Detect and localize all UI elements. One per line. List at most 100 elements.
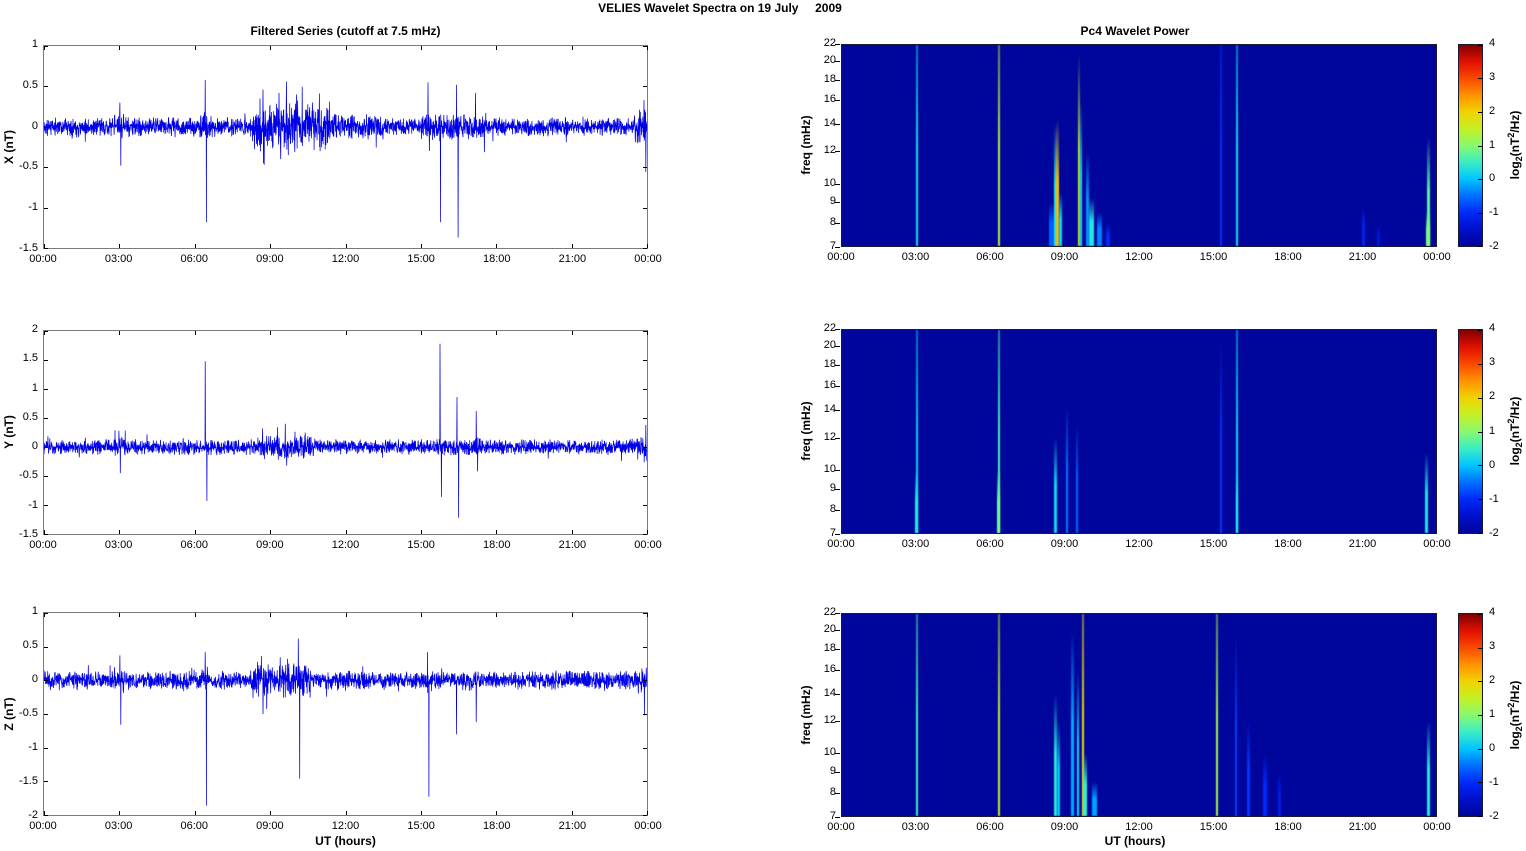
colorbar-tick-label: 4 xyxy=(1489,37,1496,49)
y-tick-label: 1 xyxy=(31,38,38,50)
colorbar-tick-mark xyxy=(1478,178,1482,180)
colorbar-tick-mark xyxy=(1478,816,1482,817)
freq-tick-label: 22 xyxy=(823,37,836,49)
x-tick-label: 12:00 xyxy=(1125,251,1153,263)
y-tick-mark xyxy=(44,714,48,715)
spectral-streak xyxy=(1219,45,1222,246)
x-tick-label: 09:00 xyxy=(1050,538,1079,550)
x-tick-mark xyxy=(496,244,498,248)
freq-tick-label: 12 xyxy=(823,144,836,157)
spectral-streak xyxy=(1235,469,1239,533)
y-tick-label: -0.5 xyxy=(19,469,38,482)
y-tick-mark xyxy=(643,360,647,361)
x-tick-mark xyxy=(496,811,498,815)
y-tick-mark xyxy=(44,389,48,390)
x-tick-mark xyxy=(345,46,347,50)
x-tick-label: 00:00 xyxy=(827,251,855,263)
x-tick-label: 21:00 xyxy=(1348,821,1377,833)
x-tick-mark xyxy=(571,244,573,248)
spectral-streak xyxy=(1215,614,1218,816)
spectral-streak xyxy=(1065,403,1068,533)
spectral-streak xyxy=(1075,423,1078,533)
y-tick-label: 1 xyxy=(31,605,38,617)
timeseries-line xyxy=(44,79,647,238)
colorbar-tick-label: -1 xyxy=(1489,776,1499,788)
spectral-streak xyxy=(997,614,1001,816)
x-tick-mark xyxy=(44,244,45,248)
x-tick-label: 12:00 xyxy=(1125,538,1153,550)
freq-tick-mark xyxy=(835,534,840,535)
x-tick-label: 03:00 xyxy=(901,538,930,550)
colorbar-tick-label: 0 xyxy=(1489,742,1496,754)
y-tick-mark xyxy=(643,86,647,88)
x-tick-label: 21:00 xyxy=(558,253,587,265)
x-tick-mark xyxy=(270,244,272,248)
colorbar-tick-mark xyxy=(1478,614,1482,615)
freq-tick-mark xyxy=(835,247,840,248)
freq-tick-mark xyxy=(835,409,840,411)
x-tick-mark xyxy=(194,331,196,335)
colorbar-tick-label: 3 xyxy=(1489,356,1496,369)
x-tick-label: 09:00 xyxy=(256,820,284,832)
spectral-streak xyxy=(1076,670,1079,816)
spectral-streak xyxy=(1426,211,1431,246)
y-tick-label: -1 xyxy=(28,498,38,511)
freq-tick-mark xyxy=(835,151,840,153)
y-tick-mark xyxy=(643,418,647,419)
spectral-streak xyxy=(1096,211,1102,246)
freq-tick-mark xyxy=(835,202,840,204)
y-tick-mark xyxy=(643,680,647,682)
x-tick-label: 18:00 xyxy=(1274,538,1302,550)
y-tick-label: 0.5 xyxy=(22,78,38,91)
x-tick-label: 00:00 xyxy=(29,820,57,832)
x-tick-label: 06:00 xyxy=(180,539,209,551)
colorbar-tick-label: -1 xyxy=(1489,206,1499,219)
freq-tick-mark xyxy=(835,693,840,695)
freq-tick-label: 12 xyxy=(823,430,836,443)
x-tick-mark xyxy=(270,530,272,534)
left-column-title: Filtered Series (cutoff at 7.5 mHz) xyxy=(250,24,441,38)
freq-tick-label: 20 xyxy=(823,53,836,66)
colorbar-tick-label: 1 xyxy=(1489,708,1496,720)
x-tick-label: 03:00 xyxy=(104,253,133,265)
freq-tick-mark xyxy=(835,753,840,755)
x-tick-mark xyxy=(420,331,422,335)
x-tick-label: 00:00 xyxy=(634,253,662,265)
colorbar-tick-label: -2 xyxy=(1489,810,1499,822)
x-tick-label: 09:00 xyxy=(1050,251,1079,263)
spectral-streak xyxy=(1219,338,1222,533)
x-tick-label: 00:00 xyxy=(827,538,855,550)
spectral-streak xyxy=(1054,437,1057,533)
freq-tick-mark xyxy=(835,364,840,366)
x-tick-mark xyxy=(345,244,347,248)
y-tick-mark xyxy=(44,126,48,128)
spectral-streak xyxy=(1083,753,1088,816)
colorbar-tick-label: 0 xyxy=(1489,172,1496,185)
y-tick-mark xyxy=(44,646,48,648)
x-tick-mark xyxy=(647,331,648,335)
x-tick-mark xyxy=(496,530,498,534)
freq-tick-mark xyxy=(835,772,840,774)
colorbar-tick-label: 3 xyxy=(1489,70,1496,83)
colorbar-tick-mark xyxy=(1478,78,1482,80)
x-tick-mark xyxy=(496,331,498,335)
x-tick-label: 15:00 xyxy=(1199,821,1228,833)
x-tick-mark xyxy=(345,331,347,335)
x-tick-mark xyxy=(420,613,422,617)
x-tick-label: 03:00 xyxy=(901,821,930,833)
freq-tick-mark xyxy=(835,346,840,348)
x-tick-mark xyxy=(647,613,648,617)
colorbar-tick-mark xyxy=(1478,748,1482,750)
xlabel-left: UT (hours) xyxy=(315,834,376,848)
timeseries-panel-x xyxy=(43,45,648,249)
x-tick-mark xyxy=(44,811,45,815)
x-tick-mark xyxy=(420,46,422,50)
x-tick-mark xyxy=(194,530,196,534)
spectral-streak xyxy=(1234,630,1237,816)
freq-tick-label: 12 xyxy=(823,713,836,726)
y-tick-label: 0.5 xyxy=(22,639,38,651)
timeseries-line xyxy=(44,638,647,806)
spectrogram-panel-x xyxy=(841,44,1437,247)
y-tick-mark xyxy=(643,476,647,477)
x-tick-label: 15:00 xyxy=(407,539,435,551)
